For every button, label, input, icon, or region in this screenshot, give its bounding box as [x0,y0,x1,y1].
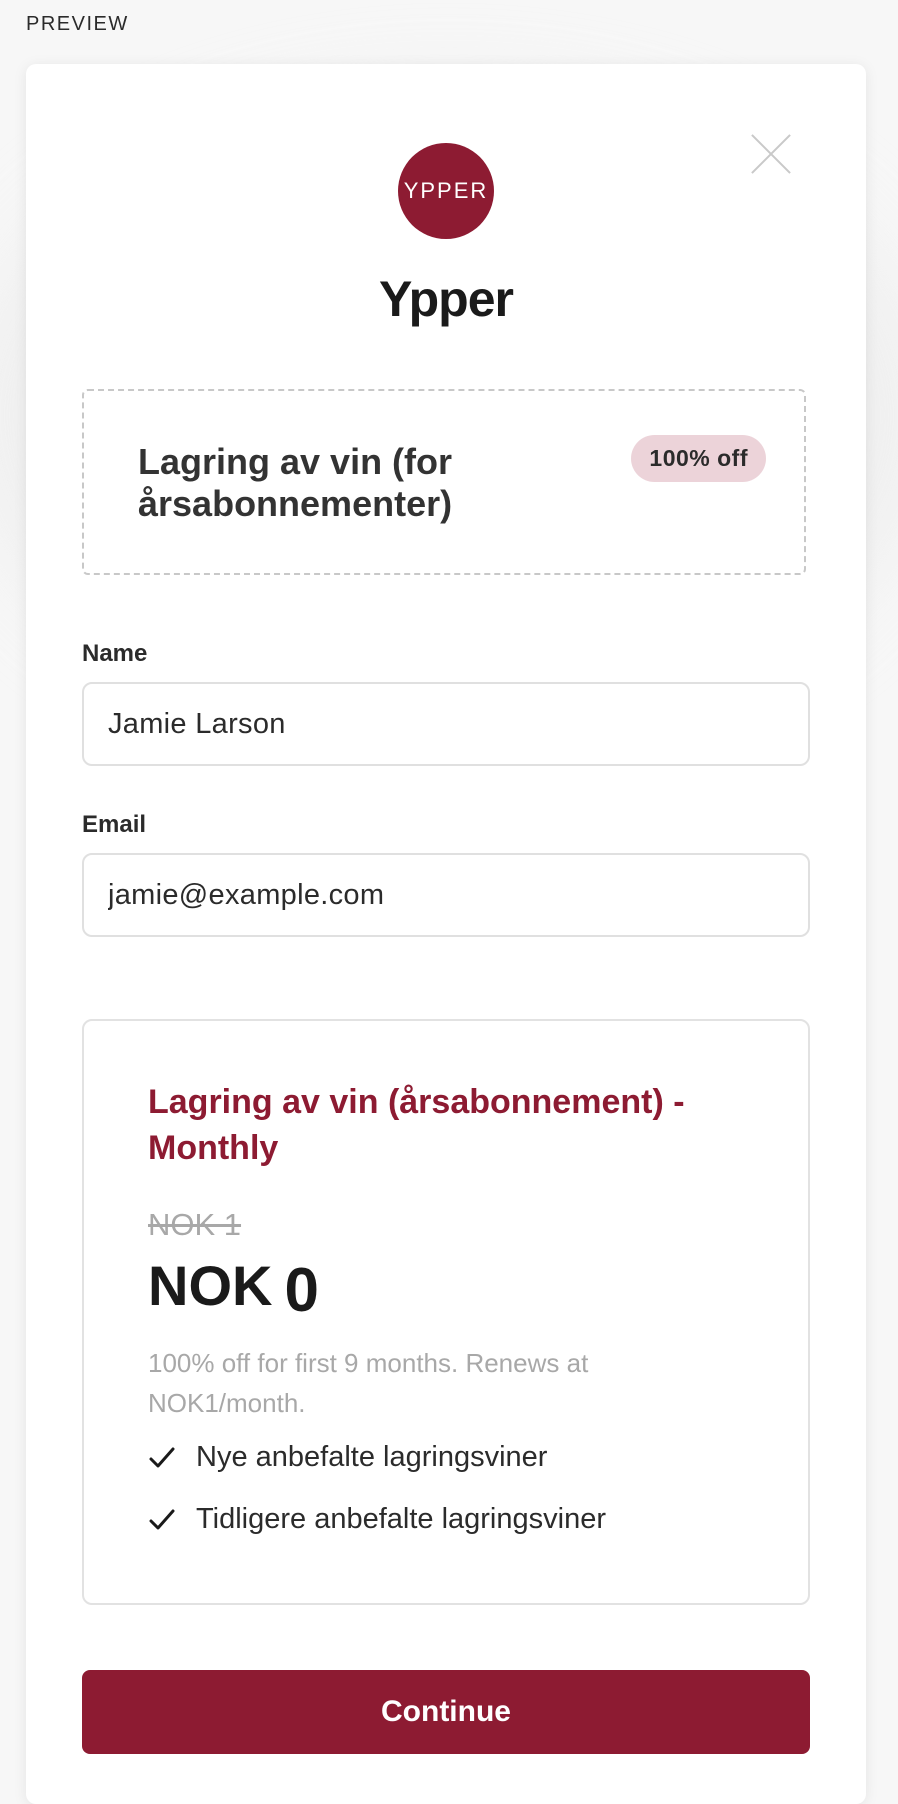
name-input[interactable] [82,682,810,766]
price-currency: NOK [148,1254,273,1317]
feature-label: Nye anbefalte lagringsviner [196,1441,548,1473]
coupon-box: Lagring av vin (for årsabonnementer) 100… [82,389,806,575]
preview-label: PREVIEW [26,13,129,35]
plan-note: 100% off for first 9 months. Renews at N… [148,1348,589,1418]
price-amount: 0 [284,1256,319,1325]
plan-card: Lagring av vin (årsabonnement) - Monthly… [82,1019,810,1605]
coupon-title: Lagring av vin (for årsabonnementer) [138,441,453,524]
feature-item: Tidligere anbefalte lagringsviner [148,1503,606,1536]
original-price: NOK 1 [148,1207,242,1242]
discount-badge: 100% off [631,435,766,482]
continue-button[interactable]: Continue [82,1670,810,1754]
email-label: Email [82,811,147,838]
brand-logo: YPPER [398,143,494,239]
discounted-price: NOK 0 [148,1249,319,1325]
plan-title: Lagring av vin (årsabonnement) - Monthly [148,1083,685,1167]
feature-item: Nye anbefalte lagringsviner [148,1441,547,1474]
close-icon[interactable] [751,133,791,173]
name-label: Name [82,640,148,667]
check-icon [149,1447,175,1467]
checkout-card: YPPER Ypper Lagring av vin (for årsabonn… [26,64,866,1804]
check-icon [149,1509,175,1529]
brand-name: Ypper [379,271,514,327]
feature-label: Tidligere anbefalte lagringsviner [196,1503,606,1535]
email-input[interactable] [82,853,810,937]
brand-logo-text: YPPER [403,178,489,203]
